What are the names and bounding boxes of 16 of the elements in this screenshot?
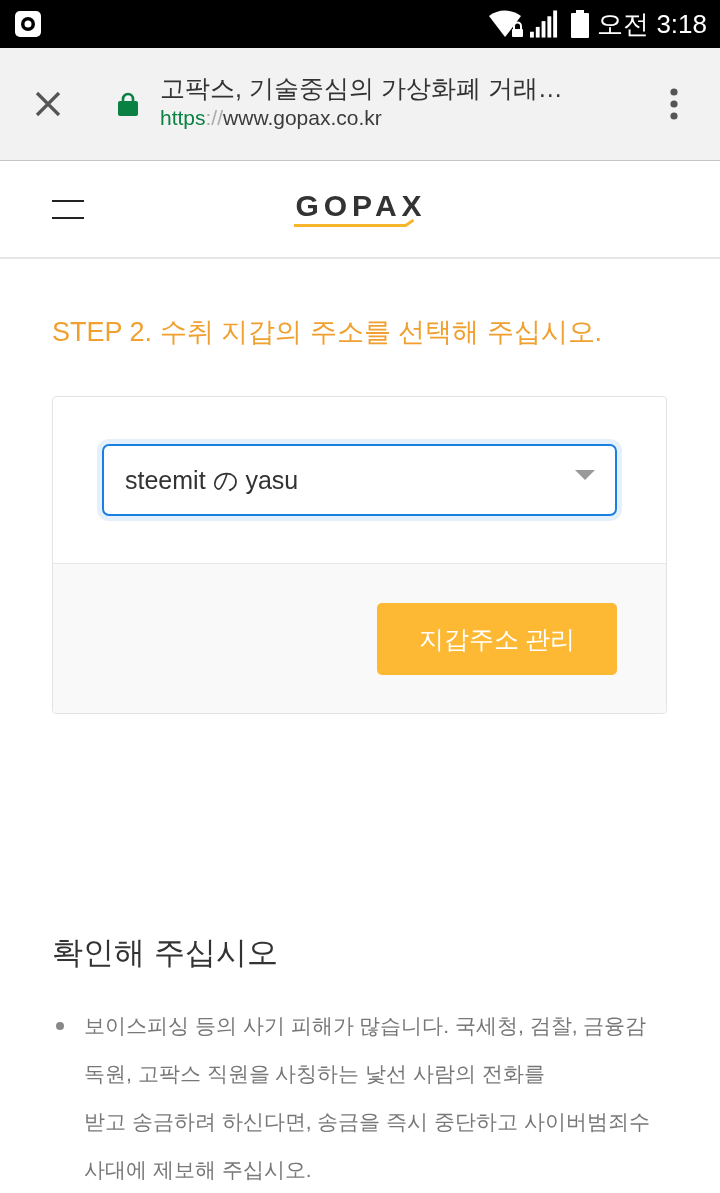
site-logo[interactable]: GOPAX <box>293 191 427 227</box>
caret-icon <box>575 470 595 480</box>
notice-title: 확인해 주십시오 <box>52 934 279 972</box>
page-title: 고팍스, 기술중심의 가상화폐 거래… <box>160 73 564 104</box>
step-heading: STEP 2. 수취 지갑의 주소를 선택해 주십시오. <box>52 316 604 349</box>
bullet-icon <box>56 1022 64 1030</box>
url-text[interactable]: https://www.gopax.co.kr <box>160 104 382 132</box>
status-time: 오전 3:18 <box>597 9 707 39</box>
more-menu-icon[interactable] <box>670 88 678 120</box>
close-icon[interactable] <box>35 91 61 117</box>
menu-icon[interactable] <box>52 199 84 219</box>
wifi-lock-icon <box>488 10 525 38</box>
app-logo-icon <box>14 10 42 38</box>
battery-icon <box>571 10 590 38</box>
notice-text: 보이스피싱 등의 사기 피해가 많습니다. 국세청, 검찰, 금융감독원, 고팍스 직원을 사칭하는 낯선 사람의 전화를 받고 송금하려 하신다면, 송금을 즉시 중단하고 사이버범죄수사대에 제보해 주십시오. <box>84 1013 651 1183</box>
signal-icon <box>530 10 560 38</box>
